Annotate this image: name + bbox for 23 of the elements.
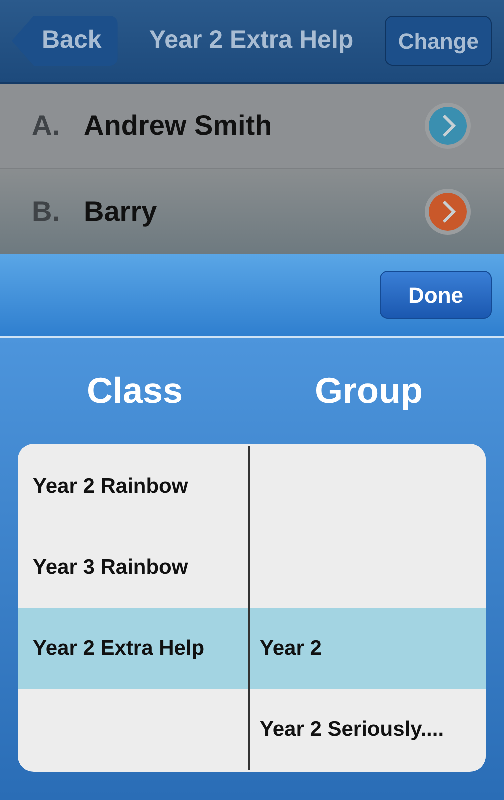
- change-button[interactable]: Change: [385, 16, 492, 66]
- row-letter: B.: [32, 194, 61, 228]
- student-row[interactable]: A. Andrew Smith: [0, 84, 504, 169]
- back-button[interactable]: Back: [12, 16, 118, 66]
- student-name: Barry: [84, 194, 158, 229]
- group-option: Year 2: [260, 632, 322, 664]
- class-option: Year 2 Rainbow: [33, 470, 188, 502]
- group-option: Year 2 Seriously....: [260, 714, 444, 746]
- done-button[interactable]: Done: [380, 271, 492, 319]
- disclosure-icon[interactable]: [424, 102, 472, 150]
- column-heading: Class: [86, 369, 184, 413]
- student-name: Andrew Smith: [84, 109, 274, 143]
- class-option: Year 2 Extra Help: [33, 632, 205, 664]
- picker-row[interactable]: Year 2 Seriously....: [18, 689, 486, 770]
- disclosure-icon[interactable]: [424, 188, 472, 236]
- row-letter: A.: [32, 109, 61, 143]
- picker-wheel[interactable]: Year 2 Rainbow Year 3 Rainbow Year 2 Extra Help Year 2 Year 2 Seriously....: [18, 444, 486, 772]
- picker-row[interactable]: Year 2 Rainbow: [18, 446, 486, 527]
- class-option: Year 3 Rainbow: [33, 552, 188, 584]
- column-heading: Group: [315, 369, 423, 413]
- nav-title: Year 2 Extra Help: [148, 25, 355, 56]
- student-row[interactable]: B. Barry: [0, 169, 504, 254]
- picker-row[interactable]: Year 2 Extra Help Year 2: [18, 608, 486, 689]
